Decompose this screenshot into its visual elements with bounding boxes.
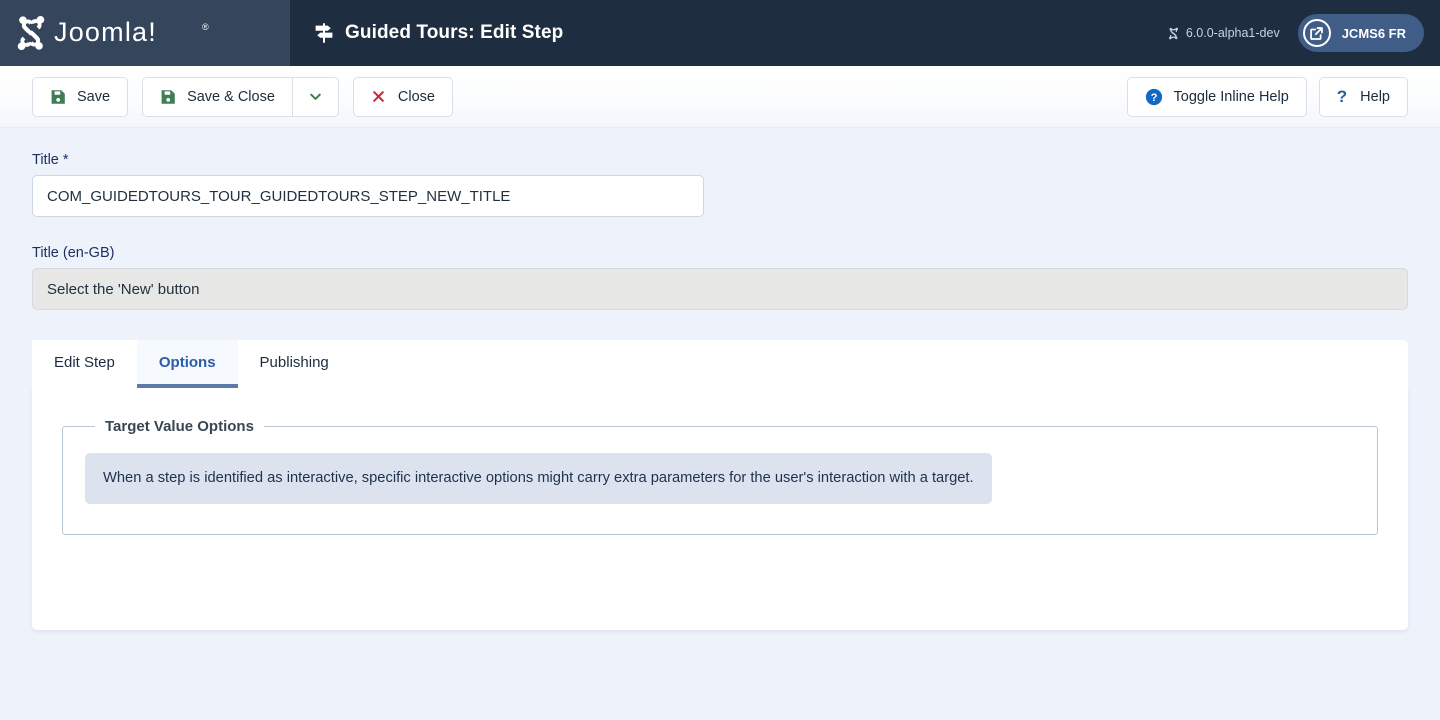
tab-options-label: Options <box>158 353 216 371</box>
help-button[interactable]: ? Help <box>1318 76 1408 117</box>
title-input[interactable] <box>32 175 704 217</box>
toolbar-left-group: Save Save & Close Close <box>32 76 453 117</box>
edit-step-form: Title * Title (en-GB) Edit Step Options … <box>0 128 1440 630</box>
title-lang-field-label: Title (en-GB) <box>32 245 115 261</box>
toggle-inline-help-button[interactable]: ? Toggle Inline Help <box>1126 76 1307 117</box>
joomla-logo[interactable]: Joomla! ® <box>0 0 290 66</box>
svg-text:?: ? <box>1150 92 1157 104</box>
joomla-wordmark: Joomla! ® <box>54 18 236 48</box>
header-right-group: 6.0.0-alpha1-dev JCMS6 FR <box>1167 14 1440 52</box>
save-and-close-button[interactable]: Save & Close <box>142 76 292 117</box>
title-field-label: Title * <box>32 152 1408 168</box>
fieldset-legend: Target Value Options <box>105 418 254 435</box>
save-button[interactable]: Save <box>32 76 129 117</box>
save-button-label: Save <box>77 88 111 105</box>
external-link-icon <box>1302 19 1331 47</box>
tab-publishing[interactable]: Publishing <box>237 340 351 388</box>
page-title-text: Guided Tours: Edit Step <box>345 22 564 43</box>
close-button[interactable]: Close <box>352 76 453 117</box>
info-alert: When a step is identified as interactive… <box>85 453 992 505</box>
x-icon <box>371 89 386 104</box>
tab-options[interactable]: Options <box>136 340 238 388</box>
floppy-disk-icon <box>160 89 176 105</box>
toolbar: Save Save & Close Close ? Toggle Inline … <box>0 66 1440 128</box>
title-lang-input <box>32 268 1408 310</box>
svg-text:®: ® <box>202 22 209 32</box>
chevron-down-icon <box>308 89 323 104</box>
title-label-text: Title <box>32 152 59 168</box>
close-button-label: Close <box>397 88 435 105</box>
help-button-label: Help <box>1360 88 1390 105</box>
version-badge: 6.0.0-alpha1-dev <box>1167 26 1280 40</box>
edit-tabs: Edit Step Options Publishing Target Valu… <box>32 340 1408 630</box>
page-title: Guided Tours: Edit Step <box>314 22 563 44</box>
title-lang-field-group: Title (en-GB) <box>32 245 1408 310</box>
joomla-logo-icon <box>12 14 50 52</box>
tab-edit-step[interactable]: Edit Step <box>32 340 137 388</box>
title-field-group: Title * <box>32 152 1408 217</box>
form-spacer <box>32 217 1408 245</box>
question-circle-icon: ? <box>1145 88 1163 106</box>
tab-publishing-label: Publishing <box>259 353 329 371</box>
options-tab-panel: Target Value Options When a step is iden… <box>32 388 1408 630</box>
version-text: 6.0.0-alpha1-dev <box>1185 26 1280 40</box>
app-header: Joomla! ® Guided Tours: Edit Step 6.0.0-… <box>0 0 1440 66</box>
signpost-icon <box>314 22 334 44</box>
target-value-options-fieldset: Target Value Options When a step is iden… <box>62 418 1378 536</box>
required-asterisk: * <box>62 152 69 168</box>
visit-site-button[interactable]: JCMS6 FR <box>1297 14 1424 52</box>
tab-edit-step-label: Edit Step <box>54 353 115 371</box>
tab-list: Edit Step Options Publishing <box>32 340 1408 388</box>
site-name-label: JCMS6 FR <box>1341 25 1406 41</box>
save-close-split-button: Save & Close <box>142 76 339 117</box>
floppy-disk-icon <box>50 89 66 105</box>
toolbar-right-group: ? Toggle Inline Help ? Help <box>1126 76 1408 117</box>
joomla-mark-icon <box>1167 27 1180 40</box>
save-and-close-label: Save & Close <box>187 88 275 105</box>
svg-text:Joomla!: Joomla! <box>54 18 157 47</box>
question-mark-icon: ? <box>1336 87 1348 106</box>
save-options-dropdown-toggle[interactable] <box>291 76 339 117</box>
toggle-inline-help-label: Toggle Inline Help <box>1173 88 1289 105</box>
